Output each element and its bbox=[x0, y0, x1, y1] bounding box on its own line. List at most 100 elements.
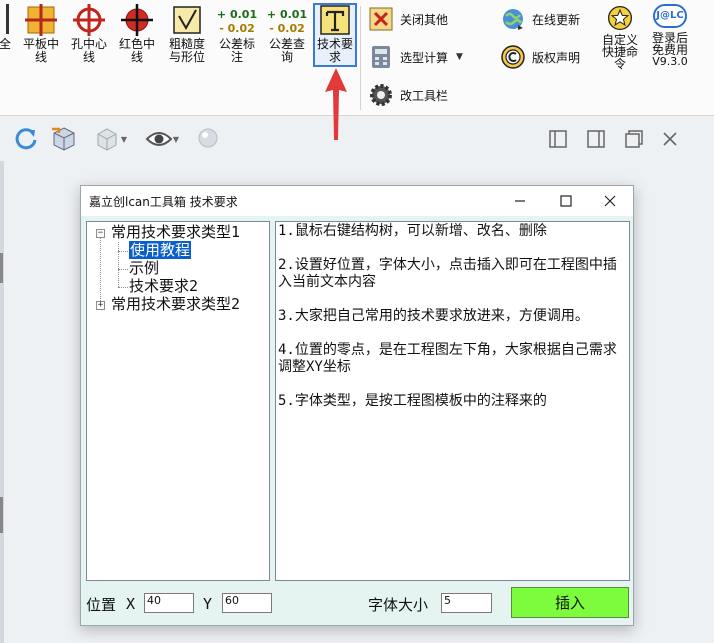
dialog-titlebar[interactable]: 嘉立创lcan工具箱 技术要求 bbox=[81, 186, 633, 216]
tree-node-type2[interactable]: 常用技术要求类型2 bbox=[111, 295, 240, 313]
copyright-button[interactable]: 版权声明 bbox=[500, 43, 580, 71]
y-position-value: 60 bbox=[225, 594, 239, 607]
star-icon bbox=[607, 5, 633, 31]
tree-connector bbox=[118, 269, 128, 270]
tolerance-query-button[interactable]: + 0.01 - 0.02 公差查 询 bbox=[264, 4, 310, 64]
minimize-button[interactable] bbox=[497, 186, 543, 216]
display-style-button[interactable]: ▼ bbox=[88, 125, 132, 153]
clipped-label: 全 bbox=[0, 37, 11, 51]
text-line-5: 5.字体类型，是按工程图模板中的注释来的 bbox=[278, 393, 547, 409]
appearance-button[interactable] bbox=[194, 125, 222, 153]
insert-button[interactable]: 插入 bbox=[511, 587, 629, 618]
clipped-ribbon-button[interactable]: 全 bbox=[0, 38, 12, 51]
red-centerline-button[interactable]: 红色中 线 bbox=[116, 4, 158, 64]
globe-update-icon bbox=[503, 9, 523, 30]
text-line-2: 2.设置好位置，字体大小，点击插入即可在工程图中插入当前文本内容 bbox=[278, 257, 617, 290]
maximize-icon bbox=[560, 195, 572, 207]
jlc-logo-icon: J@LC bbox=[653, 4, 687, 28]
red-arrow-annotation bbox=[325, 68, 347, 140]
viewport-left-marker-2 bbox=[0, 497, 3, 533]
ribbon-left-edge bbox=[6, 4, 9, 34]
view-toolbar: ▼ ▼ bbox=[0, 117, 714, 161]
dialog-title: 嘉立创lcan工具箱 技术要求 bbox=[89, 194, 238, 209]
tech-requirements-dialog: 嘉立创lcan工具箱 技术要求 − 常用技术要求类型1 使用教程 示例 技术要求… bbox=[80, 185, 634, 626]
panel-right-button[interactable] bbox=[582, 125, 610, 153]
tree-node-tech-req2[interactable]: 技术要求2 bbox=[129, 277, 198, 295]
font-size-value: 5 bbox=[444, 594, 451, 607]
red-centerline-label-2: 线 bbox=[130, 50, 143, 64]
tolerance-query-plus-value: + 0.01 bbox=[266, 8, 308, 21]
x-position-value: 40 bbox=[147, 594, 161, 607]
panel-right-icon bbox=[587, 130, 605, 148]
tree-connector bbox=[118, 242, 119, 287]
text-t-icon bbox=[320, 5, 350, 35]
tolerance-annotate-button[interactable]: + 0.01 - 0.02 公差标 注 bbox=[214, 4, 260, 64]
edit-toolbar-button[interactable]: 改工具栏 bbox=[368, 81, 448, 109]
position-label: 位置 bbox=[86, 596, 117, 614]
flat-centerline-button[interactable]: 平板中 线 bbox=[20, 4, 62, 64]
version-label: V9.3.0 bbox=[652, 55, 688, 68]
hole-centerline-icon bbox=[73, 4, 105, 36]
panel-left-button[interactable] bbox=[544, 125, 572, 153]
font-size-input[interactable]: 5 bbox=[441, 593, 492, 613]
close-icon bbox=[663, 132, 677, 146]
close-icon bbox=[604, 195, 616, 207]
edit-toolbar-label: 改工具栏 bbox=[400, 88, 449, 103]
tolerance-annotate-label-2: 注 bbox=[230, 50, 243, 64]
viewport-left-marker-1 bbox=[0, 253, 3, 283]
close-window-icon bbox=[369, 7, 393, 31]
rotate-view-button[interactable] bbox=[12, 125, 40, 153]
close-button[interactable] bbox=[587, 186, 633, 216]
hole-centerline-label-2: 线 bbox=[82, 50, 95, 64]
login-button[interactable]: J@LC 登录后 免费用 V9.3.0 bbox=[648, 4, 692, 68]
gear-icon bbox=[370, 84, 392, 106]
restore-icon bbox=[625, 130, 643, 148]
structure-tree[interactable]: − 常用技术要求类型1 使用教程 示例 技术要求2 + 常用技术要求类型2 bbox=[86, 221, 270, 581]
flat-centerline-label-2: 线 bbox=[34, 50, 47, 64]
tree-node-tech-req2-label: 技术要求2 bbox=[129, 277, 199, 295]
tree-node-type1[interactable]: 常用技术要求类型1 bbox=[111, 223, 240, 241]
restore-view-button[interactable] bbox=[620, 125, 648, 153]
rotate-icon bbox=[15, 128, 37, 150]
tree-node-tutorial[interactable]: 使用教程 bbox=[129, 241, 192, 259]
y-label: Y bbox=[203, 595, 213, 613]
roughness-button[interactable]: 粗糙度 与形位 bbox=[166, 4, 208, 64]
online-update-label: 在线更新 bbox=[532, 12, 581, 27]
panel-left-icon bbox=[549, 130, 567, 148]
ribbon-toolbar: 全 平板中 线 孔中心 线 红色中 线 粗糙度 与形位 + 0.01 - 0.0… bbox=[0, 0, 714, 116]
minimize-icon bbox=[515, 200, 525, 202]
tolerance-plus-value: + 0.01 bbox=[216, 8, 258, 21]
tree-node-example-label: 示例 bbox=[129, 259, 160, 277]
hole-centerline-button[interactable]: 孔中心 线 bbox=[68, 4, 110, 64]
jlc-logo-text: J@LC bbox=[656, 10, 684, 21]
online-update-button[interactable]: 在线更新 bbox=[500, 5, 580, 33]
selection-calc-button[interactable]: 选型计算 ▼ bbox=[368, 43, 463, 71]
y-position-input[interactable]: 60 bbox=[222, 593, 272, 613]
close-others-label: 关闭其他 bbox=[400, 12, 449, 27]
x-position-input[interactable]: 40 bbox=[144, 593, 194, 613]
tech-requirements-label-2: 求 bbox=[328, 50, 341, 64]
tech-requirements-button[interactable]: 技术要 求 bbox=[313, 3, 357, 67]
hide-show-button[interactable]: ▼ bbox=[140, 125, 184, 153]
tree-node-example[interactable]: 示例 bbox=[129, 259, 159, 277]
custom-command-button[interactable]: 自定义 快捷命 令 bbox=[598, 4, 642, 70]
selection-calc-label: 选型计算 bbox=[400, 50, 449, 65]
view-orientation-button[interactable] bbox=[50, 125, 78, 153]
red-centerline-icon bbox=[121, 4, 153, 36]
roughness-icon bbox=[173, 6, 201, 34]
maximize-button[interactable] bbox=[543, 186, 589, 216]
roughness-label-2: 与形位 bbox=[168, 50, 205, 64]
tree-connector bbox=[118, 287, 128, 288]
x-label: X bbox=[126, 595, 136, 613]
flat-centerline-icon bbox=[25, 4, 57, 36]
collapse-toggle[interactable]: − bbox=[96, 229, 105, 238]
tree-connector bbox=[118, 251, 128, 252]
chevron-down-icon: ▼ bbox=[456, 52, 463, 62]
close-others-button[interactable]: 关闭其他 bbox=[368, 5, 448, 33]
insert-button-label: 插入 bbox=[554, 594, 585, 612]
close-view-button[interactable] bbox=[656, 125, 684, 153]
expand-toggle[interactable]: + bbox=[96, 301, 105, 310]
copyright-icon bbox=[501, 45, 525, 69]
requirements-text-area[interactable]: 1.鼠标右键结构树，可以新增、改名、删除 2.设置好位置，字体大小，点击插入即可… bbox=[275, 221, 630, 581]
tolerance-annotate-icon: + 0.01 - 0.02 bbox=[214, 4, 260, 38]
